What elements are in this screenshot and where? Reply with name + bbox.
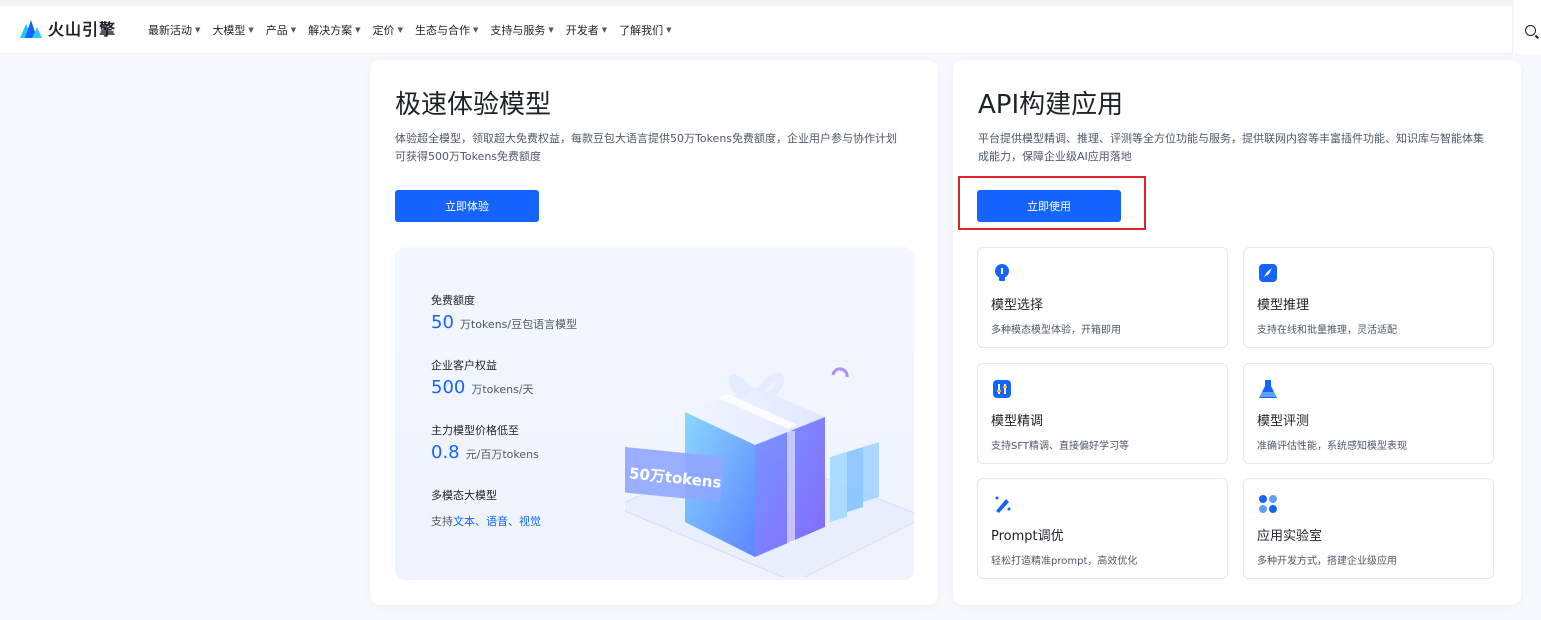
feature-title: 模型精调 bbox=[991, 414, 1044, 429]
feature-desc: 轻松打造精准prompt，高效优化 bbox=[991, 556, 1138, 567]
enterprise-label: 企业客户权益 bbox=[431, 359, 497, 372]
search-button[interactable] bbox=[1512, 0, 1541, 54]
free-quota-unit: 万tokens/豆包语言模型 bbox=[459, 318, 578, 331]
quick-experience-card: 极速体验模型 体验超全模型，领取超大免费权益，每款豆包大语言提供50万Token… bbox=[370, 60, 938, 605]
free-quota-value: 50 bbox=[431, 312, 454, 333]
desc-line: 可获得500万Tokens免费额度 bbox=[395, 150, 542, 163]
multimodal-label: 多模态大模型 bbox=[431, 489, 497, 502]
nav-label: 了解我们 bbox=[619, 24, 664, 37]
nav-label: 大模型 bbox=[212, 24, 246, 37]
promo-panel: 免费额度 50 万tokens/豆包语言模型 企业客户权益 500 万tokens/… bbox=[395, 247, 914, 580]
card-title: API构建应用 bbox=[978, 90, 1124, 120]
feature-title: 模型选择 bbox=[991, 298, 1044, 313]
volcano-logo-icon bbox=[20, 18, 42, 38]
nav-item-pricing[interactable]: 定价 ▼ bbox=[373, 22, 403, 38]
nav-label: 解决方案 bbox=[308, 24, 353, 37]
feature-desc: 支持SFT精调、直接偏好学习等 bbox=[991, 441, 1130, 452]
nav-item-developers[interactable]: 开发者 ▼ bbox=[566, 22, 607, 38]
nav-label: 生态与合作 bbox=[414, 24, 470, 37]
chevron-down-icon: ▼ bbox=[248, 26, 254, 34]
desc-line: 成能力，保障企业级AI应用落地 bbox=[978, 150, 1132, 163]
nav-item-large-models[interactable]: 大模型 ▼ bbox=[212, 22, 253, 38]
feature-app-lab[interactable]: 应用实验室 多种开发方式，搭建企业级应用 bbox=[1243, 478, 1494, 579]
feature-title: 应用实验室 bbox=[1257, 529, 1323, 544]
feature-title: Prompt调优 bbox=[991, 529, 1064, 544]
search-icon bbox=[1525, 25, 1536, 36]
nav-label: 最新活动 bbox=[148, 24, 192, 37]
feature-desc: 准确评估性能，系统感知模型表现 bbox=[1257, 441, 1407, 452]
feature-title: 模型评测 bbox=[1257, 414, 1310, 429]
feature-prompt-tuning[interactable]: Prompt调优 轻松打造精准prompt，高效优化 bbox=[977, 478, 1228, 579]
chevron-down-icon: ▼ bbox=[355, 26, 361, 34]
multimodal-block: 多模态大模型 支持文本、语音、视觉 bbox=[431, 487, 541, 529]
chevron-down-icon: ▼ bbox=[601, 26, 608, 34]
nav-label: 支持与服务 bbox=[490, 24, 546, 37]
nav-label: 开发者 bbox=[565, 24, 599, 37]
lightbulb-icon bbox=[992, 263, 1012, 283]
try-now-button[interactable]: 立即体验 bbox=[395, 190, 539, 222]
enterprise-unit: 万tokens/天 bbox=[471, 383, 534, 396]
nav-item-about[interactable]: 了解我们 ▼ bbox=[619, 22, 671, 38]
desc-line: 体验超全模型，领取超大免费权益，每款豆包大语言提供50万Tokens免费额度，企… bbox=[395, 132, 898, 145]
nav-item-latest-activities[interactable]: 最新活动 ▼ bbox=[148, 22, 200, 38]
chevron-down-icon: ▼ bbox=[472, 26, 479, 34]
chevron-down-icon: ▼ bbox=[290, 26, 297, 34]
magic-pen-icon bbox=[992, 494, 1012, 514]
enterprise-value: 500 bbox=[431, 377, 466, 398]
card-description: 平台提供模型精调、推理、评测等全方位功能与服务，提供联网内容等丰富插件功能、知识… bbox=[978, 130, 1484, 166]
price-value: 0.8 bbox=[431, 442, 460, 463]
price-unit: 元/百万tokens bbox=[465, 448, 539, 461]
card-description: 体验超全模型，领取超大免费权益，每款豆包大语言提供50万Tokens免费额度，企… bbox=[395, 130, 897, 166]
feature-desc: 多种开发方式，搭建企业级应用 bbox=[1257, 556, 1397, 567]
main-nav: 最新活动 ▼ 大模型 ▼ 产品 ▼ 解决方案 ▼ 定价 ▼ 生态与合作 ▼ 支持与服务 ▼ 开… bbox=[148, 22, 684, 38]
multimodal-prefix: 支持 bbox=[431, 515, 453, 528]
rocket-icon bbox=[1258, 263, 1278, 283]
desc-line: 平台提供模型精调、推理、评测等全方位功能与服务，提供联网内容等丰富插件功能、知识… bbox=[978, 132, 1484, 145]
feature-desc: 支持在线和批量推理，灵活适配 bbox=[1257, 325, 1397, 336]
feature-model-tuning[interactable]: 模型精调 支持SFT精调、直接偏好学习等 bbox=[977, 363, 1228, 464]
flask-icon bbox=[1258, 379, 1278, 399]
nav-item-solutions[interactable]: 解决方案 ▼ bbox=[308, 22, 360, 38]
chevron-down-icon: ▼ bbox=[195, 26, 201, 34]
free-quota-label: 免费额度 bbox=[431, 294, 475, 307]
multimodal-items: 文本、语音、视觉 bbox=[453, 515, 541, 528]
chevron-down-icon: ▼ bbox=[666, 26, 672, 34]
nav-label: 定价 bbox=[372, 24, 395, 37]
nav-item-products[interactable]: 产品 ▼ bbox=[266, 22, 296, 38]
price-label: 主力模型价格低至 bbox=[431, 424, 519, 437]
chevron-down-icon: ▼ bbox=[397, 26, 403, 34]
feature-title: 模型推理 bbox=[1257, 298, 1310, 313]
card-title: 极速体验模型 bbox=[395, 90, 552, 120]
enterprise-block: 企业客户权益 500 万tokens/天 bbox=[431, 357, 534, 398]
price-block: 主力模型价格低至 0.8 元/百万tokens bbox=[431, 422, 539, 463]
brand-name: 火山引擎 bbox=[48, 20, 117, 39]
nav-item-support[interactable]: 支持与服务 ▼ bbox=[490, 22, 553, 38]
brand-logo[interactable]: 火山引擎 bbox=[20, 16, 116, 40]
apps-icon bbox=[1258, 494, 1278, 514]
chevron-down-icon: ▼ bbox=[548, 26, 554, 34]
feature-model-selection[interactable]: 模型选择 多种模态模型体验，开箱即用 bbox=[977, 247, 1228, 348]
free-quota-block: 免费额度 50 万tokens/豆包语言模型 bbox=[431, 292, 577, 333]
feature-desc: 多种模态模型体验，开箱即用 bbox=[991, 325, 1121, 336]
feature-model-inference[interactable]: 模型推理 支持在线和批量推理，灵活适配 bbox=[1243, 247, 1494, 348]
api-build-card: API构建应用 平台提供模型精调、推理、评测等全方位功能与服务，提供联网内容等丰… bbox=[953, 60, 1521, 605]
top-navbar: 火山引擎 最新活动 ▼ 大模型 ▼ 产品 ▼ 解决方案 ▼ 定价 ▼ 生态与合作 ▼ 支持与… bbox=[0, 0, 1541, 54]
tuning-icon bbox=[992, 379, 1012, 399]
nav-item-ecosystem[interactable]: 生态与合作 ▼ bbox=[415, 22, 478, 38]
gift-box-illustration: 50万tokens bbox=[613, 357, 914, 580]
feature-model-evaluation[interactable]: 模型评测 准确评估性能，系统感知模型表现 bbox=[1243, 363, 1494, 464]
nav-label: 产品 bbox=[265, 24, 288, 37]
highlight-box bbox=[958, 176, 1146, 230]
